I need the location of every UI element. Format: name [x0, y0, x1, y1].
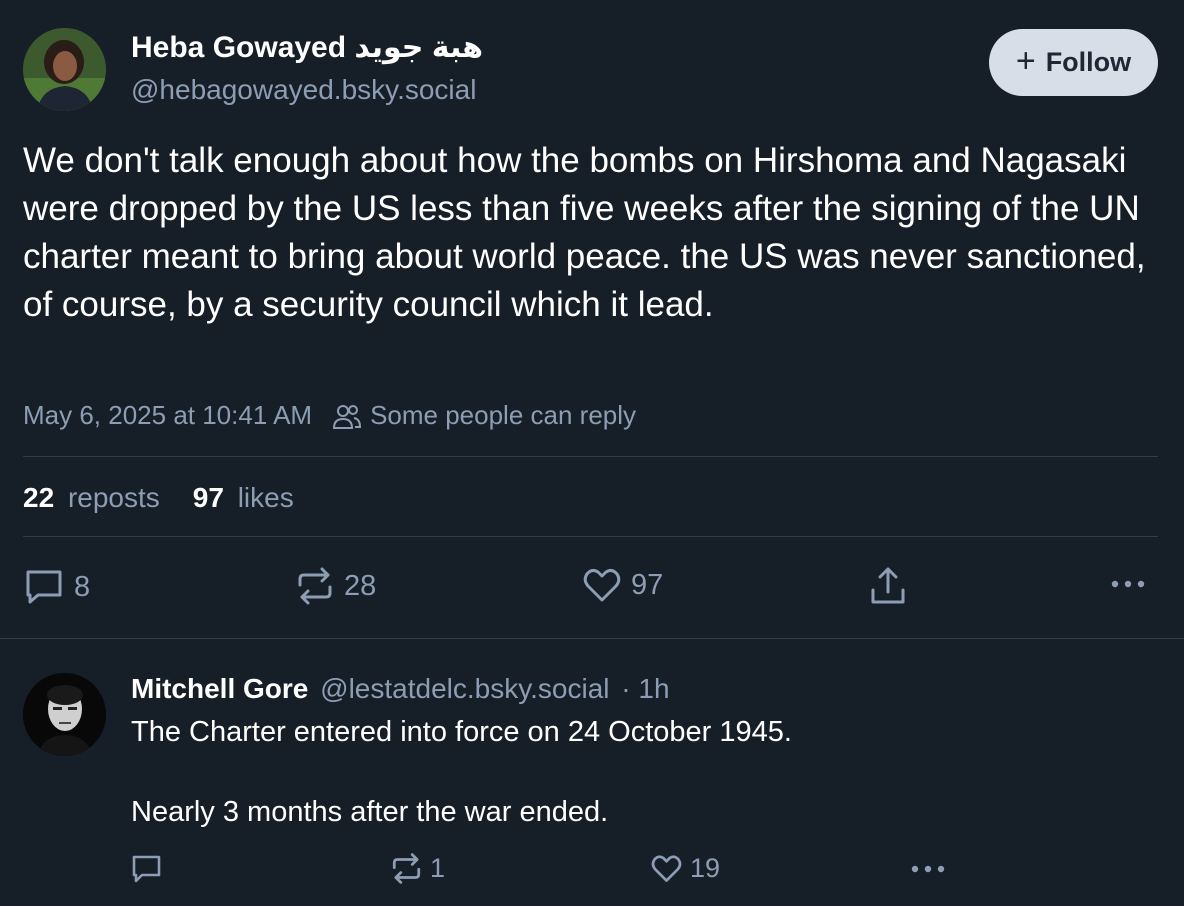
more-icon: [1110, 574, 1146, 594]
like-count: 97: [631, 568, 664, 601]
reply-author-name[interactable]: Mitchell Gore: [131, 673, 308, 704]
reply-like-button[interactable]: 19: [651, 853, 720, 884]
like-icon: [583, 567, 621, 603]
reply-header: Mitchell Gore @lestatdelc.bsky.social · …: [131, 673, 670, 705]
reply-avatar-image: [23, 673, 106, 756]
repost-icon: [391, 853, 422, 884]
follow-label: Follow: [1045, 47, 1132, 77]
reply-text-line2: Nearly 3 months after the war ended.: [131, 796, 609, 828]
author-name[interactable]: Heba Gowayed هبة جويد: [131, 30, 483, 65]
author-avatar[interactable]: [23, 28, 106, 111]
like-button[interactable]: 97: [583, 567, 663, 603]
divider: [23, 456, 1158, 457]
author-avatar-image: [23, 28, 106, 111]
reply-repost-count: 1: [430, 853, 446, 883]
people-icon: [332, 402, 362, 430]
author-handle[interactable]: @hebagowayed.bsky.social: [131, 74, 476, 106]
post-text: We don't talk enough about how the bombs…: [23, 141, 1146, 324]
reply-icon: [131, 854, 162, 884]
reply-like-count: 19: [690, 853, 721, 883]
reposts-label: reposts: [67, 482, 160, 513]
share-icon: [870, 566, 906, 606]
reposts-count: 22: [23, 482, 55, 513]
reply-author-avatar[interactable]: [23, 673, 106, 756]
reply-time[interactable]: · 1h: [621, 673, 669, 704]
likes-link[interactable]: 97 likes: [193, 482, 294, 514]
engagement-counts: 22 reposts 97 likes: [23, 482, 294, 514]
post-timestamp: May 6, 2025 at 10:41 AM: [23, 400, 313, 430]
reply-icon: [24, 568, 64, 606]
reply-author-handle[interactable]: @lestatdelc.bsky.social: [320, 673, 609, 704]
reply-repost-button[interactable]: 1: [391, 853, 445, 884]
repost-count: 28: [344, 569, 377, 602]
post-meta: May 6, 2025 at 10:41 AM Some people can …: [23, 400, 636, 431]
reply-text-line1: The Charter entered into force on 24 Oct…: [131, 716, 792, 748]
reply-reply-button[interactable]: [131, 854, 172, 884]
reply-more-button[interactable]: [910, 859, 946, 879]
divider: [23, 536, 1158, 537]
like-icon: [651, 854, 682, 883]
reply-count: 8: [74, 570, 91, 603]
more-button[interactable]: [1110, 574, 1146, 594]
share-button[interactable]: [870, 566, 906, 606]
reposts-link[interactable]: 22 reposts: [23, 482, 160, 514]
likes-label: likes: [237, 482, 294, 513]
more-icon: [910, 859, 946, 879]
reply-button[interactable]: 8: [24, 568, 90, 606]
reply-setting[interactable]: Some people can reply: [370, 400, 636, 431]
repost-button[interactable]: 28: [296, 567, 376, 605]
divider: [0, 638, 1184, 639]
likes-count: 97: [192, 482, 224, 513]
plus-icon: +: [1015, 42, 1036, 80]
follow-button[interactable]: + Follow: [989, 29, 1158, 96]
repost-icon: [296, 567, 334, 605]
